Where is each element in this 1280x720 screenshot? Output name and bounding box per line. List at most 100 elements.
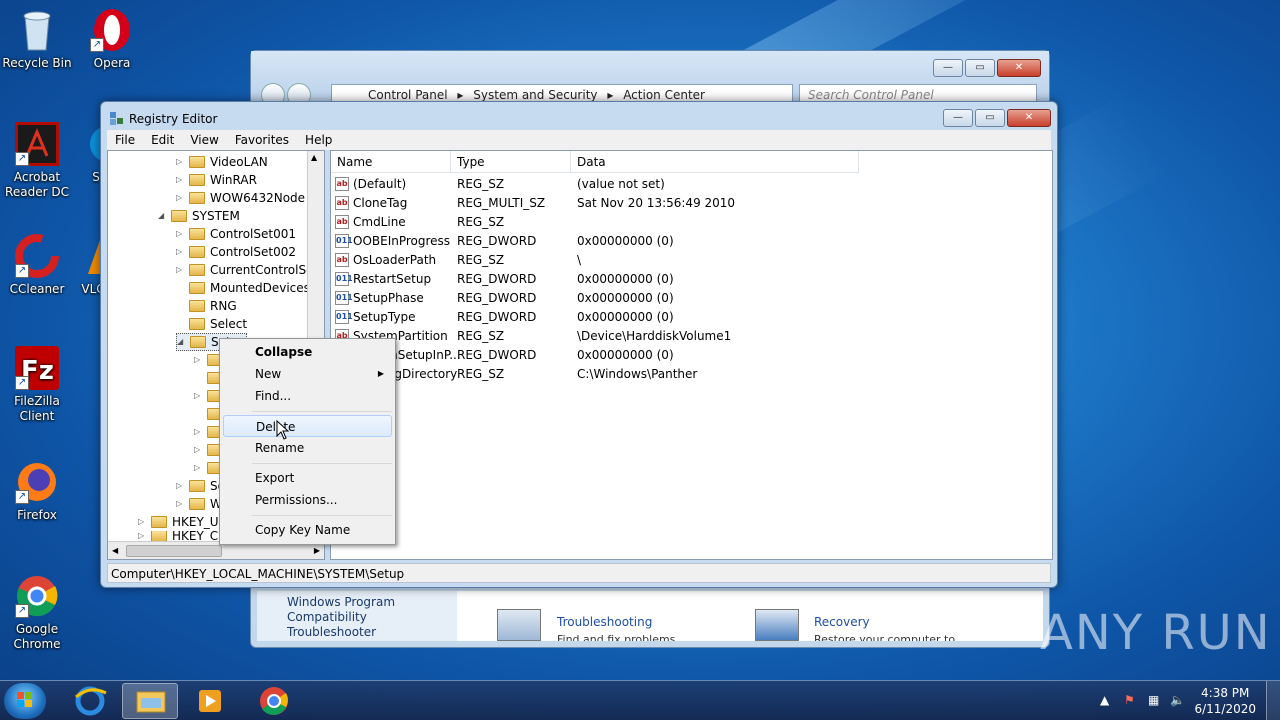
menu-item-delete[interactable]: Delete bbox=[223, 415, 392, 437]
window-controls: — ▭ ✕ bbox=[933, 59, 1041, 77]
taskbar-explorer[interactable] bbox=[122, 683, 178, 719]
string-value-icon: ab bbox=[335, 177, 349, 191]
value-row[interactable]: ab (Default) REG_SZ (value not set) bbox=[331, 175, 1031, 194]
folder-icon bbox=[171, 210, 187, 222]
menu-file[interactable]: File bbox=[107, 130, 143, 150]
tree-node[interactable]: MountedDevices bbox=[176, 279, 310, 297]
menu-item-collapse[interactable]: Collapse bbox=[223, 341, 392, 363]
breadcrumb-system-security[interactable]: System and Security bbox=[473, 88, 597, 102]
desktop-icon-acrobat[interactable]: ↗ Acrobat Reader DC bbox=[0, 122, 74, 200]
value-row[interactable]: abWorkingDirectoryREG_SZC:\Windows\Panth… bbox=[331, 365, 1031, 384]
folder-icon bbox=[189, 228, 205, 240]
menu-item-permissions[interactable]: Permissions... bbox=[223, 489, 392, 511]
taskbar-chrome[interactable] bbox=[246, 683, 302, 719]
value-type: REG_SZ bbox=[457, 367, 505, 381]
value-row[interactable]: ab CmdLine REG_SZ bbox=[331, 213, 1031, 232]
clock[interactable]: 4:38 PM 6/11/2020 bbox=[1194, 685, 1256, 717]
minimize-button[interactable]: — bbox=[933, 59, 963, 77]
value-row[interactable]: 011 RestartSetup REG_DWORD 0x00000000 (0) bbox=[331, 270, 1031, 289]
tree-node[interactable]: ▷ ControlSet001 bbox=[176, 225, 296, 243]
value-name: OsLoaderPath bbox=[353, 253, 437, 267]
network-icon[interactable]: ▦ bbox=[1148, 693, 1159, 707]
menu-edit[interactable]: Edit bbox=[143, 130, 182, 150]
taskbar-ie[interactable] bbox=[62, 683, 118, 719]
troubleshooting-sub: Find and fix problems bbox=[557, 633, 676, 641]
show-hidden-icons[interactable]: ▲ bbox=[1100, 693, 1109, 707]
column-header-data[interactable]: Data bbox=[571, 151, 859, 173]
desktop-icon-opera[interactable]: ↗ Opera bbox=[75, 8, 149, 71]
value-row[interactable]: ab CloneTag REG_MULTI_SZ Sat Nov 20 13:56:4… bbox=[331, 194, 1031, 213]
values-list-pane[interactable]: Name Type Data ab (Default) REG_SZ (value n… bbox=[330, 150, 1053, 560]
tree-node[interactable]: ▷ WOW6432Node bbox=[176, 189, 305, 207]
value-type: REG_DWORD bbox=[457, 272, 537, 286]
value-row[interactable]: ab SystemPartition REG_SZ \Device\HarddiskV… bbox=[331, 327, 1031, 346]
value-name: OOBEInProgress bbox=[353, 234, 451, 248]
value-type: REG_SZ bbox=[457, 329, 505, 343]
value-type: REG_SZ bbox=[457, 215, 505, 229]
value-row[interactable]: 011SystemSetupInP...REG_DWORD0x00000000 … bbox=[331, 346, 1031, 365]
value-name: SetupType bbox=[353, 310, 416, 324]
show-desktop-button[interactable] bbox=[1266, 681, 1280, 720]
folder-icon bbox=[151, 516, 167, 528]
close-button[interactable]: ✕ bbox=[1007, 109, 1051, 127]
compat-troubleshooter-link[interactable]: Windows Program Compatibility Troublesho… bbox=[257, 591, 457, 641]
recovery-link[interactable]: Recovery bbox=[814, 615, 870, 629]
menu-separator bbox=[252, 515, 392, 516]
tree-node[interactable]: ▷ HKEY_CU bbox=[138, 531, 227, 541]
column-header-name[interactable]: Name bbox=[331, 151, 451, 173]
desktop-icon-recycle-bin[interactable]: Recycle Bin bbox=[0, 8, 74, 71]
value-row[interactable]: 011 SetupType REG_DWORD 0x00000000 (0) bbox=[331, 308, 1031, 327]
breadcrumb-control-panel[interactable]: Control Panel bbox=[368, 88, 448, 102]
string-value-icon: ab bbox=[335, 215, 349, 229]
value-row[interactable]: 011 SetupPhase REG_DWORD 0x00000000 (0) bbox=[331, 289, 1031, 308]
icon-label: CCleaner bbox=[9, 282, 65, 296]
tree-node[interactable]: RNG bbox=[176, 297, 237, 315]
tree-node[interactable]: ◢ SYSTEM bbox=[158, 207, 240, 225]
folder-icon bbox=[189, 246, 205, 258]
tree-node[interactable]: ▷ So bbox=[176, 477, 225, 495]
menu-item-export[interactable]: Export bbox=[223, 467, 392, 489]
desktop-icon-firefox[interactable]: ↗ Firefox bbox=[0, 460, 74, 523]
column-header-type[interactable]: Type bbox=[451, 151, 571, 173]
taskbar-media-player[interactable] bbox=[182, 683, 238, 719]
minimize-button[interactable]: — bbox=[943, 109, 973, 127]
tree-node[interactable]: ▷ ControlSet002 bbox=[176, 243, 296, 261]
maximize-button[interactable]: ▭ bbox=[975, 109, 1005, 127]
value-type: REG_DWORD bbox=[457, 348, 537, 362]
close-button[interactable]: ✕ bbox=[997, 59, 1041, 77]
troubleshooting-link[interactable]: Troubleshooting bbox=[557, 615, 652, 629]
tree-node[interactable]: ▷ W bbox=[176, 495, 222, 513]
desktop-icon-chrome[interactable]: ↗ Google Chrome bbox=[0, 574, 74, 652]
menu-item-rename[interactable]: Rename bbox=[223, 437, 392, 459]
desktop-icon-filezilla[interactable]: Fz ↗ FileZilla Client bbox=[0, 346, 74, 424]
menu-item-copy-key-name[interactable]: Copy Key Name bbox=[223, 519, 392, 541]
menu-favorites[interactable]: Favorites bbox=[227, 130, 297, 150]
chrome-icon bbox=[260, 687, 288, 715]
value-row[interactable]: ab OsLoaderPath REG_SZ \ bbox=[331, 251, 1031, 270]
tree-node[interactable]: ▷ CurrentControlSet bbox=[176, 261, 318, 279]
tree-node[interactable]: Select bbox=[176, 315, 247, 333]
acrobat-icon: ↗ bbox=[15, 122, 59, 166]
volume-icon[interactable]: 🔈 bbox=[1170, 693, 1185, 707]
value-row[interactable]: 011 OOBEInProgress REG_DWORD 0x00000000 (0) bbox=[331, 232, 1031, 251]
maximize-button[interactable]: ▭ bbox=[965, 59, 995, 77]
start-button[interactable] bbox=[4, 683, 46, 719]
icon-label: Acrobat Reader DC bbox=[5, 170, 69, 199]
clock-date: 6/11/2020 bbox=[1194, 702, 1256, 716]
desktop-icon-ccleaner[interactable]: ↗ CCleaner bbox=[0, 234, 74, 297]
menu-view[interactable]: View bbox=[182, 130, 226, 150]
menu-item-find[interactable]: Find... bbox=[223, 385, 392, 407]
action-center-flag-icon[interactable]: ⚑ bbox=[1124, 693, 1135, 707]
tree-node[interactable]: ▷ WinRAR bbox=[176, 171, 257, 189]
value-data: Sat Nov 20 13:56:49 2010 bbox=[577, 196, 736, 210]
tree-node[interactable]: ▷ VideoLAN bbox=[176, 153, 268, 171]
scroll-left-arrow-icon[interactable]: ◀ bbox=[112, 546, 118, 555]
menu-help[interactable]: Help bbox=[297, 130, 340, 150]
menu-bar: File Edit View Favorites Help bbox=[107, 130, 1051, 150]
scroll-up-arrow-icon[interactable]: ▲ bbox=[311, 153, 317, 162]
breadcrumb-action-center[interactable]: Action Center bbox=[623, 88, 705, 102]
scroll-right-arrow-icon[interactable]: ▶ bbox=[314, 546, 320, 555]
menu-item-new[interactable]: New ▶ bbox=[223, 363, 392, 385]
tree-node[interactable]: ▷ HKEY_US bbox=[138, 513, 226, 531]
scroll-thumb[interactable] bbox=[126, 545, 222, 557]
